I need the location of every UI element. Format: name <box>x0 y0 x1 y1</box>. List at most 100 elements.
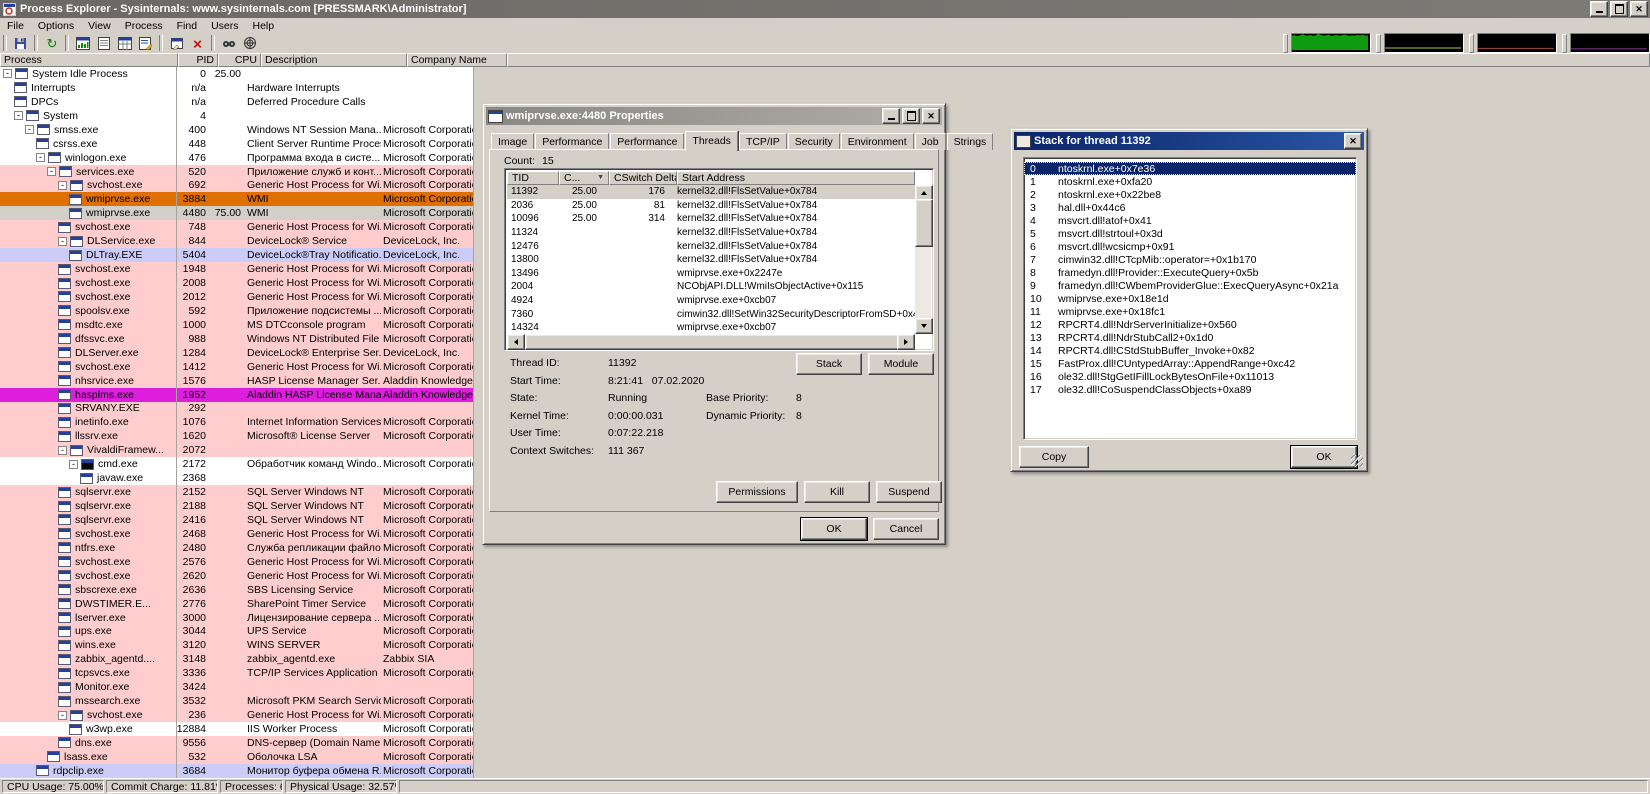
process-row[interactable]: -svchost.exe236Generic Host Process for … <box>0 708 1650 722</box>
find-handle-or-dll-icon[interactable] <box>218 35 239 52</box>
process-row[interactable]: lsass.exe532Оболочка LSAMicrosoft Corpor… <box>0 750 1650 764</box>
process-row[interactable]: -System Idle Process025.00 <box>0 67 1650 81</box>
tab-environment[interactable]: Environment <box>841 133 914 150</box>
menu-item-find[interactable]: Find <box>170 19 204 33</box>
thread-row[interactable]: 13496wmiprvse.exe+0x2247e <box>507 267 915 281</box>
stack-frame-row[interactable]: 9framedyn.dll!CWbemProviderGlue::ExecQue… <box>1024 279 1356 292</box>
stack-frame-row[interactable]: 5msvcrt.dll!strtoul+0x3d <box>1024 227 1356 240</box>
column-header-company-name[interactable]: Company Name <box>407 53 507 67</box>
scroll-left-button[interactable] <box>507 334 525 350</box>
tree-expand-box[interactable]: - <box>36 153 45 162</box>
stack-frame-row[interactable]: 15FastProx.dll!CUntypedArray::AppendRang… <box>1024 357 1356 370</box>
process-row[interactable]: mssearch.exe3532Microsoft PKM Search Ser… <box>0 694 1650 708</box>
column-header-pid[interactable]: PID <box>178 53 218 67</box>
process-row[interactable]: tcpsvcs.exe3336TCP/IP Services Applicati… <box>0 666 1650 680</box>
stack-frame-row[interactable]: 6msvcrt.dll!wcsicmp+0x91 <box>1024 240 1356 253</box>
system-info-icon[interactable] <box>72 35 93 52</box>
resize-grip[interactable] <box>1351 455 1363 467</box>
stack-ok-button[interactable]: OK <box>1291 446 1357 468</box>
process-row[interactable]: w3wp.exe12884IIS Worker ProcessMicrosoft… <box>0 722 1650 736</box>
view-processes-icon[interactable] <box>93 35 114 52</box>
tree-expand-box[interactable]: - <box>25 125 34 134</box>
process-row[interactable]: lserver.exe3000Лицензирование сервера ..… <box>0 611 1650 625</box>
tree-expand-box[interactable]: - <box>3 69 12 78</box>
stack-frame-row[interactable]: 16ole32.dll!StgGetIFillLockBytesOnFile+0… <box>1024 370 1356 383</box>
permissions-button[interactable]: Permissions <box>716 481 798 503</box>
thread-list-horizontal-scrollbar[interactable] <box>507 334 915 348</box>
menu-item-users[interactable]: Users <box>204 19 245 33</box>
process-row[interactable]: sbscrexe.exe2636SBS Licensing ServiceMic… <box>0 583 1650 597</box>
menu-item-process[interactable]: Process <box>118 19 170 33</box>
thread-row[interactable]: 13800kernel32.dll!FlsSetValue+0x784 <box>507 253 915 267</box>
tree-expand-box[interactable]: - <box>47 167 56 176</box>
properties-close-button[interactable]: ✕ <box>922 108 940 124</box>
thread-row[interactable]: 203625.0081kernel32.dll!FlsSetValue+0x78… <box>507 199 915 213</box>
thread-column-tid[interactable]: TID <box>507 171 559 185</box>
process-row[interactable]: svchost.exe2620Generic Host Process for … <box>0 569 1650 583</box>
process-row[interactable]: dns.exe9556DNS-сервер (Domain Name...Mic… <box>0 736 1650 750</box>
stack-frame-row[interactable]: 12RPCRT4.dll!NdrServerInitialize+0x560 <box>1024 318 1356 331</box>
toolbar-grip[interactable] <box>1283 34 1288 53</box>
cpu-usage-history-graph[interactable] <box>1291 33 1371 53</box>
close-button[interactable]: ✕ <box>1630 1 1648 17</box>
thread-row[interactable]: 4924wmiprvse.exe+0xcb07 <box>507 294 915 308</box>
process-row[interactable]: wins.exe3120WINS SERVERMicrosoft Corpora… <box>0 638 1650 652</box>
column-header-cpu[interactable]: CPU <box>218 53 261 67</box>
process-row[interactable]: Monitor.exe3424 <box>0 680 1650 694</box>
stack-frame-row[interactable]: 7cimwin32.dll!CTcpMib::operator=+0x1b170 <box>1024 253 1356 266</box>
stack-frame-row[interactable]: 10wmiprvse.exe+0x18e1d <box>1024 292 1356 305</box>
scroll-down-button[interactable] <box>915 318 933 334</box>
process-row[interactable]: DWSTIMER.E...2776SharePoint Timer Servic… <box>0 597 1650 611</box>
stack-frame-row[interactable]: 3hal.dll+0x44c6 <box>1024 201 1356 214</box>
toolbar-grip[interactable] <box>1376 34 1381 53</box>
tree-expand-box[interactable]: - <box>58 181 67 190</box>
stack-frame-row[interactable]: 13RPCRT4.dll!NdrStubCall2+0x1d0 <box>1024 331 1356 344</box>
stack-frame-row[interactable]: 17ole32.dll!CoSuspendClassObjects+0xa89 <box>1024 383 1356 396</box>
thread-row[interactable]: 12476kernel32.dll!FlsSetValue+0x784 <box>507 239 915 253</box>
process-row[interactable]: zabbix_agentd....3148zabbix_agentd.exeZa… <box>0 652 1650 666</box>
restore-button[interactable] <box>1610 1 1628 17</box>
thread-row[interactable]: 1139225.00176kernel32.dll!FlsSetValue+0x… <box>507 185 915 199</box>
tree-expand-box[interactable]: - <box>69 460 78 469</box>
horizontal-scroll-thumb[interactable] <box>525 334 899 350</box>
toolbar-grip[interactable] <box>1562 34 1567 53</box>
properties-icon[interactable] <box>166 35 187 52</box>
stack-frame-row[interactable]: 8framedyn.dll!Provider::ExecuteQuery+0x5… <box>1024 266 1356 279</box>
tab-threads[interactable]: Threads <box>685 131 738 151</box>
thread-column-start-address[interactable]: Start Address <box>677 171 915 185</box>
tab-strings[interactable]: Strings <box>947 133 994 150</box>
copy-button[interactable]: Copy <box>1019 446 1089 468</box>
commit-history-graph[interactable] <box>1384 33 1464 53</box>
kill-process-icon[interactable]: ✕ <box>187 35 208 52</box>
tab-performance[interactable]: Performance <box>535 133 609 150</box>
thread-row[interactable]: 1009625.00314kernel32.dll!FlsSetValue+0x… <box>507 212 915 226</box>
tab-job[interactable]: Job <box>915 133 946 150</box>
process-row[interactable]: svchost.exe2576Generic Host Process for … <box>0 555 1650 569</box>
process-row[interactable]: Interruptsn/aHardware Interrupts <box>0 81 1650 95</box>
stack-frame-row[interactable]: 11wmiprvse.exe+0x18fc1 <box>1024 305 1356 318</box>
scroll-right-button[interactable] <box>897 334 915 350</box>
save-icon[interactable] <box>10 35 31 52</box>
stack-frame-row[interactable]: 14RPCRT4.dll!CStdStubBuffer_Invoke+0x82 <box>1024 344 1356 357</box>
kill-button[interactable]: Kill <box>804 481 870 503</box>
menu-item-file[interactable]: File <box>0 19 31 33</box>
process-row[interactable]: rdpclip.exe3684Монитор буфера обмена R..… <box>0 764 1650 778</box>
io-history-graph[interactable] <box>1477 33 1557 53</box>
stack-frame-row[interactable]: 4msvcrt.dll!atof+0x41 <box>1024 214 1356 227</box>
tab-performance-graph[interactable]: Performance Graph <box>610 133 684 150</box>
refresh-icon[interactable]: ↻ <box>41 35 62 52</box>
toolbar-grip[interactable] <box>1469 34 1474 53</box>
tree-expand-box[interactable]: - <box>58 237 67 246</box>
thread-row[interactable]: 11324kernel32.dll!FlsSetValue+0x784 <box>507 226 915 240</box>
thread-column-cswitch-delta[interactable]: CSwitch Delta <box>609 171 677 185</box>
menu-item-help[interactable]: Help <box>245 19 281 33</box>
stack-close-button[interactable]: ✕ <box>1344 133 1362 149</box>
stack-frame-row[interactable]: 2ntoskrnl.exe+0x22be8 <box>1024 188 1356 201</box>
gpu-history-graph[interactable] <box>1570 33 1650 53</box>
minimize-button[interactable] <box>1590 1 1608 17</box>
ok-button[interactable]: OK <box>801 518 867 540</box>
tree-expand-box[interactable]: - <box>14 111 23 120</box>
properties-minimize-button[interactable] <box>882 108 900 124</box>
vertical-scroll-thumb[interactable] <box>915 199 933 247</box>
properties-maximize-button[interactable] <box>902 108 920 124</box>
